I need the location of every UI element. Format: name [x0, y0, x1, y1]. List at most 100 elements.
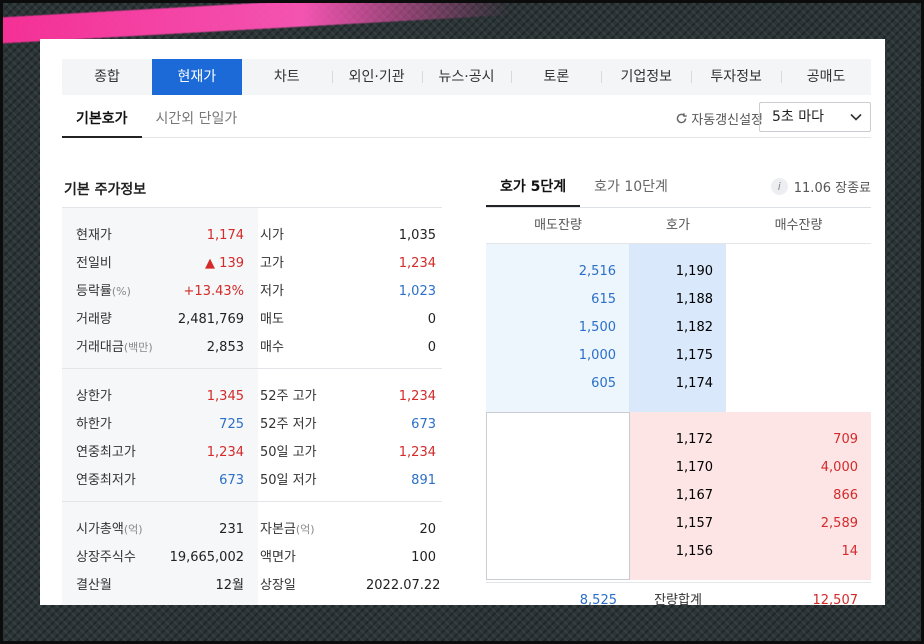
ask-price-cell[interactable]: 1,174 — [630, 370, 726, 398]
ask-qty-cell[interactable]: 1,000 — [486, 342, 629, 370]
info-value: 891 — [411, 473, 436, 488]
tab-orderbook-10[interactable]: 호가 10단계 — [580, 167, 682, 207]
ask-qty-cell[interactable]: 2,516 — [486, 258, 629, 286]
bid-qty-cell[interactable]: 709 — [726, 426, 871, 454]
info-group-company: 시가총액(억) 231 자본금(억) 20 상장주식수 19,665,002 액면가 100 결… — [62, 501, 442, 605]
bid-qty-column: 709 4,000 866 2,589 14 — [726, 412, 871, 580]
info-value: 12월 — [215, 578, 244, 593]
ask-price-cell[interactable]: 1,190 — [630, 258, 726, 286]
ask-qty-cell[interactable]: 1,500 — [486, 314, 629, 342]
total-bid-qty: 12,507 — [812, 593, 859, 605]
info-row: 전일비 ▲ 139 고가 1,234 — [62, 250, 442, 278]
info-value: +13.43% — [183, 284, 244, 299]
stock-quote-panel: 종합 현재가 차트 외인·기관 뉴스·공시 토론 기업정보 투자정보 공매도 기본호가 시간외 … — [40, 39, 885, 605]
tab-current-price[interactable]: 현재가 — [151, 59, 242, 95]
info-label: 액면가 — [260, 550, 296, 565]
info-row: 상한가 1,345 52주 고가 1,234 — [62, 383, 442, 411]
info-group-limits: 상한가 1,345 52주 고가 1,234 하한가 725 52주 저가 673 연중최고가 1… — [62, 368, 442, 501]
info-label: 거래대금(백만) — [76, 340, 153, 355]
info-value: 0 — [427, 340, 436, 355]
tab-orderbook-5[interactable]: 호가 5단계 — [486, 167, 581, 207]
info-value: 673 — [411, 417, 436, 432]
basic-info-table: 현재가 1,174 시가 1,035 전일비 ▲ 139 고가 1,234 등락률(%) +13.… — [62, 207, 442, 605]
info-label: 시가총액(억) — [76, 522, 143, 537]
info-value: 1,234 — [398, 389, 436, 404]
info-value: 1,035 — [398, 228, 436, 243]
info-value: 725 — [219, 417, 244, 432]
info-row: 등락률(%) +13.43% 저가 1,023 — [62, 278, 442, 306]
tab-short-selling[interactable]: 공매도 — [781, 59, 871, 95]
info-label: 거래량 — [76, 312, 112, 327]
tab-discussion[interactable]: 토론 — [511, 59, 601, 95]
info-label: 고가 — [260, 256, 284, 271]
tab-after-hours-single-price[interactable]: 시간외 단일가 — [142, 101, 252, 138]
bid-price-cell[interactable]: 1,170 — [630, 454, 726, 482]
info-value: 2,853 — [206, 340, 244, 355]
info-value: 673 — [219, 473, 244, 488]
info-label: 저가 — [260, 284, 284, 299]
tab-overview[interactable]: 종합 — [62, 59, 152, 95]
bid-price-cell[interactable]: 1,156 — [630, 538, 726, 566]
info-label: 매수 — [260, 340, 284, 355]
info-label: 50일 고가 — [260, 445, 317, 460]
bid-qty-cell[interactable]: 4,000 — [726, 454, 871, 482]
ask-price-cell[interactable]: 1,188 — [630, 286, 726, 314]
tab-foreign-institution[interactable]: 외인·기관 — [331, 59, 422, 95]
info-value: 100 — [411, 550, 436, 565]
header-price: 호가 — [666, 218, 690, 233]
header-ask-qty: 매도잔량 — [534, 218, 582, 233]
ask-empty-column — [726, 244, 871, 412]
tab-news-disclosure[interactable]: 뉴스·공시 — [421, 59, 512, 95]
info-value: 1,234 — [398, 256, 436, 271]
info-label: 결산월 — [76, 578, 112, 593]
info-row: 시가총액(억) 231 자본금(억) 20 — [62, 516, 442, 544]
info-row: 연중최저가 673 50일 저가 891 — [62, 467, 442, 495]
info-row: 현재가 1,174 시가 1,035 — [62, 222, 442, 250]
info-value: 231 — [219, 522, 244, 537]
main-tab-bar: 종합 현재가 차트 외인·기관 뉴스·공시 토론 기업정보 투자정보 공매도 — [62, 59, 871, 95]
bid-price-cell[interactable]: 1,157 — [630, 510, 726, 538]
info-value: 1,023 — [398, 284, 436, 299]
info-label: 현재가 — [76, 228, 112, 243]
info-row: 거래대금(백만) 2,853 매수 0 — [62, 334, 442, 362]
market-status: i 11.06 장종료 — [770, 177, 871, 196]
orderbook-header: 매도잔량 호가 매수잔량 — [486, 208, 871, 244]
tab-chart[interactable]: 차트 — [242, 59, 332, 95]
ask-price-column: 1,190 1,188 1,182 1,175 1,174 — [630, 244, 726, 412]
tab-basic-quote[interactable]: 기본호가 — [62, 101, 142, 138]
ask-price-cell[interactable]: 1,182 — [630, 314, 726, 342]
bid-price-cell[interactable]: 1,167 — [630, 482, 726, 510]
info-row: 거래량 2,481,769 매도 0 — [62, 306, 442, 334]
info-group-price: 현재가 1,174 시가 1,035 전일비 ▲ 139 고가 1,234 등락률(%) +13.… — [62, 207, 442, 368]
info-value: 0 — [427, 312, 436, 327]
ask-qty-cell[interactable]: 605 — [486, 370, 629, 398]
info-row: 상장주식수 19,665,002 액면가 100 — [62, 544, 442, 572]
info-icon[interactable]: i — [770, 178, 788, 195]
header-bid-qty: 매수잔량 — [774, 218, 823, 233]
info-value: 1,174 — [206, 228, 244, 243]
ask-qty-cell[interactable]: 615 — [486, 286, 629, 314]
bid-qty-cell[interactable]: 14 — [726, 538, 871, 566]
bid-qty-cell[interactable]: 866 — [726, 482, 871, 510]
refresh-interval-select[interactable]: 5초 마다 — [759, 102, 871, 132]
total-ask-qty: 8,525 — [579, 593, 617, 605]
ask-block: 2,516 615 1,500 1,000 605 1,190 1,188 1,182 1,1… — [486, 244, 871, 412]
info-label: 매도 — [260, 312, 284, 327]
refresh-icon — [676, 113, 688, 124]
ask-qty-column: 2,516 615 1,500 1,000 605 — [486, 244, 630, 412]
info-label: 하한가 — [76, 417, 112, 432]
tab-investment-info[interactable]: 투자정보 — [691, 59, 781, 95]
auto-refresh-setting[interactable]: 자동갱신설정 — [675, 109, 763, 128]
bid-qty-cell[interactable]: 2,589 — [726, 510, 871, 538]
info-label: 상장일 — [260, 578, 296, 593]
info-label: 연중최저가 — [76, 473, 136, 488]
info-label: 50일 저가 — [260, 473, 317, 488]
info-value: ▲ 139 — [205, 256, 244, 271]
info-value: 19,665,002 — [169, 550, 244, 565]
info-label: 시가 — [260, 228, 284, 243]
tab-company-info[interactable]: 기업정보 — [601, 59, 691, 95]
bid-price-cell[interactable]: 1,172 — [630, 426, 726, 454]
info-label: 상한가 — [76, 389, 112, 404]
orderbook-grid: 2,516 615 1,500 1,000 605 1,190 1,188 1,182 1,1… — [486, 244, 871, 580]
ask-price-cell[interactable]: 1,175 — [630, 342, 726, 370]
